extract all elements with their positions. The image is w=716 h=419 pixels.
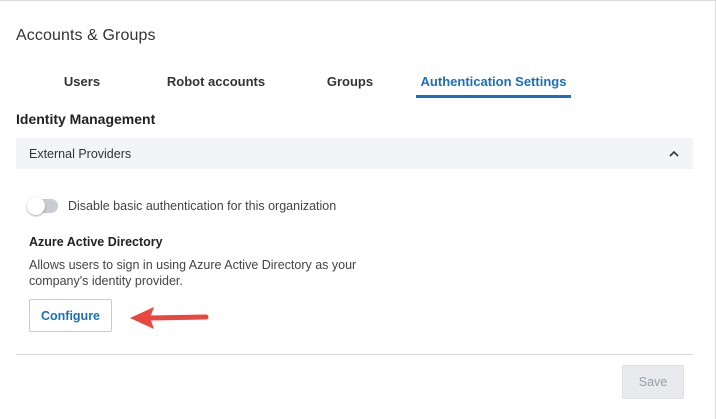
active-tab-indicator xyxy=(416,95,571,98)
tab-groups[interactable]: Groups xyxy=(318,65,382,98)
tab-bar: Users Robot accounts Groups Authenticati… xyxy=(0,65,716,99)
disable-basic-auth-toggle[interactable] xyxy=(27,197,58,215)
page-title: Accounts & Groups xyxy=(16,27,156,44)
toggle-label: Disable basic authentication for this or… xyxy=(68,199,337,213)
provider-title: Azure Active Directory xyxy=(29,235,163,249)
annotation-arrow-icon xyxy=(130,307,209,329)
provider-description: Allows users to sign in using Azure Acti… xyxy=(29,258,357,288)
tab-users[interactable]: Users xyxy=(40,65,124,98)
basic-auth-toggle-row: Disable basic authentication for this or… xyxy=(27,197,337,215)
tab-authentication-settings[interactable]: Authentication Settings xyxy=(416,65,571,98)
panel-header-label: External Providers xyxy=(29,146,132,161)
divider xyxy=(16,354,693,355)
settings-window: Accounts & Groups Users Robot accounts G… xyxy=(0,0,716,419)
section-title: Identity Management xyxy=(16,111,156,127)
toggle-knob xyxy=(27,197,45,215)
chevron-up-icon[interactable] xyxy=(669,149,679,159)
external-providers-panel-header[interactable]: External Providers xyxy=(16,138,693,169)
tab-robot-accounts[interactable]: Robot accounts xyxy=(158,65,274,98)
configure-button[interactable]: Configure xyxy=(29,299,112,332)
save-button[interactable]: Save xyxy=(622,365,684,399)
